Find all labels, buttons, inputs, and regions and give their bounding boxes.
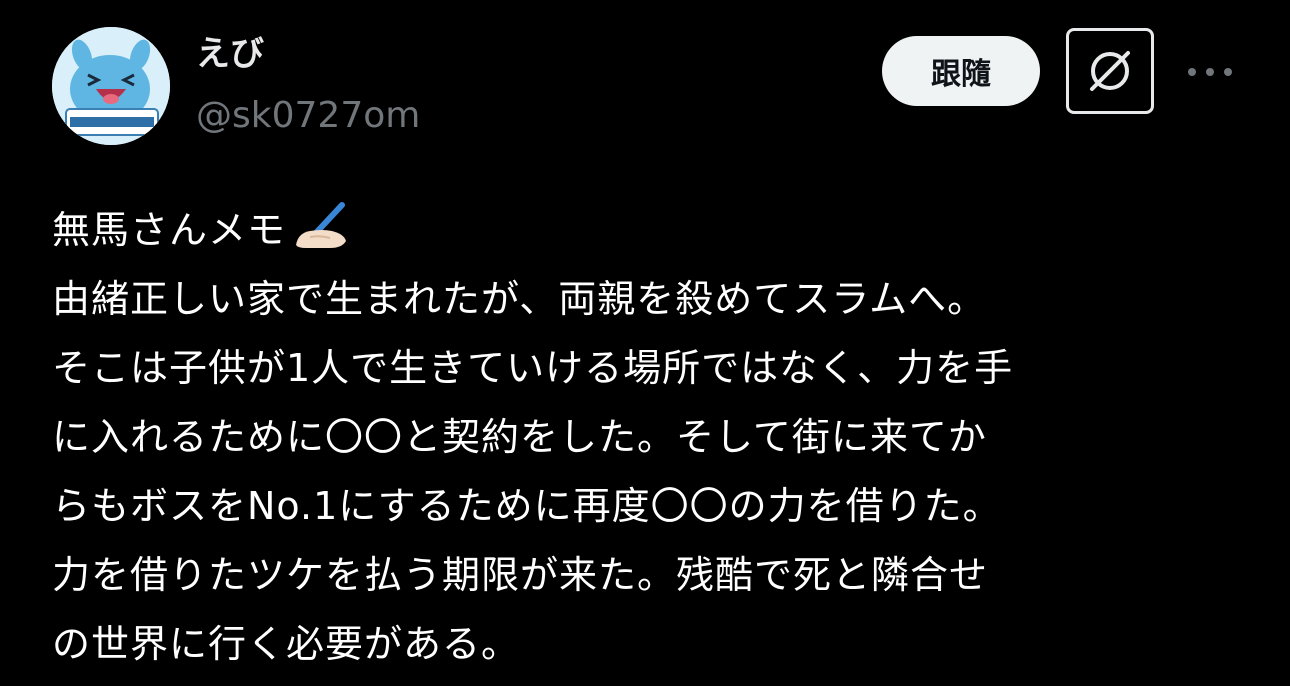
avatar-image xyxy=(52,27,170,145)
writing-hand-icon xyxy=(296,202,347,248)
post-text-line-content: 無馬さんメモ xyxy=(52,208,287,252)
post-text-line: らもボスをNo.1にするために再度〇〇の力を借りた。 xyxy=(52,484,1002,528)
author-name[interactable]: えび xyxy=(196,32,264,76)
more-options-button[interactable] xyxy=(1186,52,1234,92)
post-text-line: の世界に行く必要がある。 xyxy=(52,622,521,666)
grok-button[interactable] xyxy=(1066,28,1154,114)
grok-icon xyxy=(1090,51,1130,91)
post-text-line: 由緒正しい家で生まれたが、両親を殺めてスラムへ。 xyxy=(52,277,987,321)
avatar[interactable] xyxy=(52,27,170,145)
post-text-line: に入れるために〇〇と契約をした。そして街に来てか xyxy=(52,415,987,459)
post-text-line: 無馬さんメモ xyxy=(52,196,1252,265)
post-text-line: 力を借りたツケを払う期限が来た。残酷で死と隣合せ xyxy=(52,553,989,597)
post-container: えび @sk0727om 跟隨 無馬さんメモ 由緒正しい家で生まれたが、両親を殺… xyxy=(0,0,1290,686)
post-text-line: そこは子供が1人で生きていける場所ではなく、力を手 xyxy=(52,346,1014,390)
post-text: 無馬さんメモ 由緒正しい家で生まれたが、両親を殺めてスラムへ。 そこは子供が1人… xyxy=(52,196,1252,679)
follow-button[interactable]: 跟隨 xyxy=(882,36,1040,106)
author-handle[interactable]: @sk0727om xyxy=(196,94,420,138)
more-horizontal-icon xyxy=(1188,68,1232,76)
